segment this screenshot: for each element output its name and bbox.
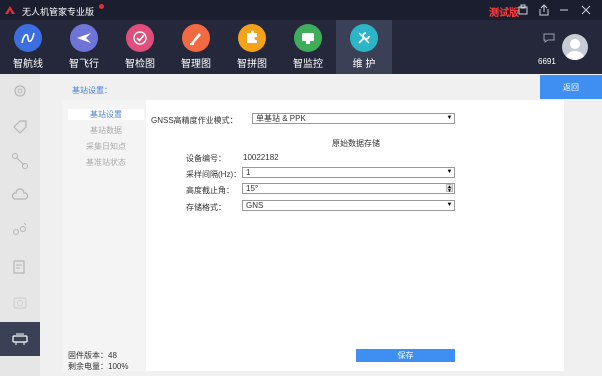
format-value: GNS [246, 201, 264, 210]
mode-value: 单基站 & PPK [256, 114, 306, 123]
nav-label: 智航线 [13, 59, 43, 70]
save-button[interactable]: 保存 [356, 349, 455, 362]
brush-icon [182, 24, 210, 52]
chevron-down-icon: ▼ [446, 115, 453, 121]
drone-icon[interactable] [0, 144, 40, 178]
pin-icon[interactable] [517, 4, 529, 16]
message-icon[interactable] [543, 33, 555, 43]
airplane-icon [70, 24, 98, 52]
interval-value: 1 [246, 168, 251, 177]
share-icon[interactable] [538, 4, 550, 16]
monitor-icon [294, 24, 322, 52]
interval-label: 采样间隔(Hz)： [186, 170, 242, 179]
subnav-item-collection-log[interactable]: 采集日知点 [68, 141, 144, 152]
user-id: 6691 [538, 57, 556, 66]
check-icon [126, 24, 154, 52]
minimize-icon[interactable] [558, 4, 570, 16]
back-button[interactable]: 返回 [540, 75, 602, 99]
nav-label: 智检图 [125, 59, 155, 70]
mode-label: GNSS高精度作业模式： [151, 116, 238, 125]
section-title: 原始数据存储 [332, 139, 380, 148]
format-label: 存储格式： [186, 203, 226, 212]
base-station-icon[interactable] [0, 322, 40, 356]
nav-label: 智拼图 [237, 59, 267, 70]
avatar[interactable] [562, 34, 588, 60]
app-title: 无人机管家专业版 [22, 7, 95, 17]
app-logo [5, 6, 15, 14]
chevron-down-icon[interactable]: ▼ [446, 188, 453, 194]
subnav-item-base-settings[interactable]: 基站设置 [68, 109, 144, 120]
main-nav: 智航线 智飞行 智检图 智理图 智拼图 智监控 维 护 6691 [0, 20, 602, 74]
puzzle-icon [238, 24, 266, 52]
link-icon[interactable] [0, 212, 40, 246]
nav-item-mosaic[interactable]: 智拼图 [224, 20, 280, 74]
page-header [40, 74, 602, 100]
test-version-label: 测试版 [489, 8, 519, 19]
edit-list-icon[interactable] [0, 250, 40, 284]
elevation-stepper[interactable]: 15° ▲ ▼ [242, 183, 455, 194]
nav-label: 维 护 [352, 59, 376, 70]
route-icon [14, 24, 42, 52]
left-sidebar [0, 74, 40, 376]
nav-item-monitor[interactable]: 智监控 [280, 20, 336, 74]
nav-item-flight[interactable]: 智飞行 [56, 20, 112, 74]
notification-dot [99, 4, 104, 9]
subnav-item-base-data[interactable]: 基站数据 [68, 125, 144, 136]
device-value: 10022182 [243, 153, 279, 162]
nav-label: 智监控 [293, 59, 323, 70]
subnav-item-base-status[interactable]: 基准站状态 [68, 157, 144, 168]
chevron-down-icon: ▼ [446, 202, 453, 208]
wrench-icon [350, 24, 378, 52]
cloud-icon[interactable] [0, 178, 40, 212]
stepper-arrows[interactable]: ▲ ▼ [446, 184, 453, 194]
device-label: 设备编号： [186, 154, 226, 163]
nav-item-process[interactable]: 智理图 [168, 20, 224, 74]
mode-select[interactable]: 单基站 & PPK ▼ [252, 113, 455, 124]
format-select[interactable]: GNS ▼ [242, 200, 455, 211]
battery-level: 剩余电量：100% [68, 362, 129, 371]
firmware-version: 固件版本：48 [68, 351, 117, 360]
nav-item-maintenance[interactable]: 维 护 [336, 20, 392, 74]
elevation-value: 15° [246, 184, 259, 193]
nav-item-route[interactable]: 智航线 [0, 20, 56, 74]
close-icon[interactable] [580, 4, 592, 16]
page-title: 基站设置： [72, 86, 112, 95]
tag-icon[interactable] [0, 110, 40, 144]
title-bar: 无人机管家专业版 测试版 [0, 0, 602, 20]
nav-item-inspect[interactable]: 智检图 [112, 20, 168, 74]
camera-icon[interactable] [0, 286, 40, 320]
nav-label: 智飞行 [69, 59, 99, 70]
elevation-label: 高度截止角： [186, 186, 234, 195]
interval-select[interactable]: 1 ▼ [242, 167, 455, 178]
nav-label: 智理图 [181, 59, 211, 70]
gimbal-icon[interactable] [0, 74, 40, 108]
chevron-down-icon: ▼ [446, 169, 453, 175]
